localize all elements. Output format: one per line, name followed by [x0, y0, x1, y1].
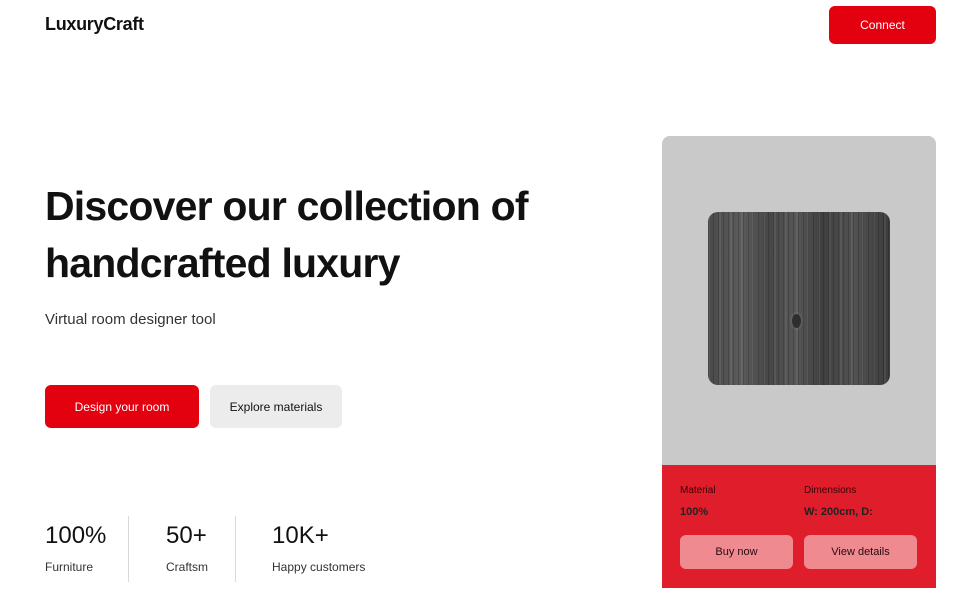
- stat-label: Happy customers: [272, 560, 366, 574]
- product-card: Material 100% Dimensions W: 200cm, D: Bu…: [662, 136, 936, 588]
- design-room-button[interactable]: Design your room: [45, 385, 199, 428]
- stat-craftsmen: 50+ Craftsm: [128, 516, 235, 582]
- stat-value: 10K+: [272, 522, 329, 549]
- brand-logo[interactable]: LuxuryCraft: [45, 14, 144, 35]
- stat-value: 50+: [166, 522, 207, 549]
- product-image-area: [662, 136, 936, 465]
- dimensions-value: W: 200cm, D:: [804, 506, 873, 518]
- wood-knot: [792, 314, 801, 328]
- stat-label: Craftsm: [166, 560, 208, 574]
- stat-label: Furniture: [45, 560, 94, 574]
- connect-button[interactable]: Connect: [829, 6, 936, 44]
- wood-texture-image: [708, 212, 890, 385]
- stats-row: 100% Furniture 50+ Craftsm 10K+ Happy cu…: [45, 516, 375, 582]
- explore-materials-button[interactable]: Explore materials: [210, 385, 342, 428]
- stat-furniture: 100% Furniture: [45, 516, 128, 582]
- product-info-panel: Material 100% Dimensions W: 200cm, D: Bu…: [662, 465, 936, 588]
- hero-subtitle: Virtual room designer tool: [45, 311, 216, 328]
- material-value: 100%: [680, 506, 709, 518]
- stat-customers: 10K+ Happy customers: [235, 516, 375, 582]
- stat-value: 100%: [45, 522, 107, 549]
- dimensions-label: Dimensions: [804, 485, 857, 496]
- material-label: Material: [680, 485, 716, 496]
- view-details-button[interactable]: View details: [804, 535, 917, 569]
- buy-now-button[interactable]: Buy now: [680, 535, 793, 569]
- hero-title: Discover our collection of handcrafted l…: [45, 183, 529, 286]
